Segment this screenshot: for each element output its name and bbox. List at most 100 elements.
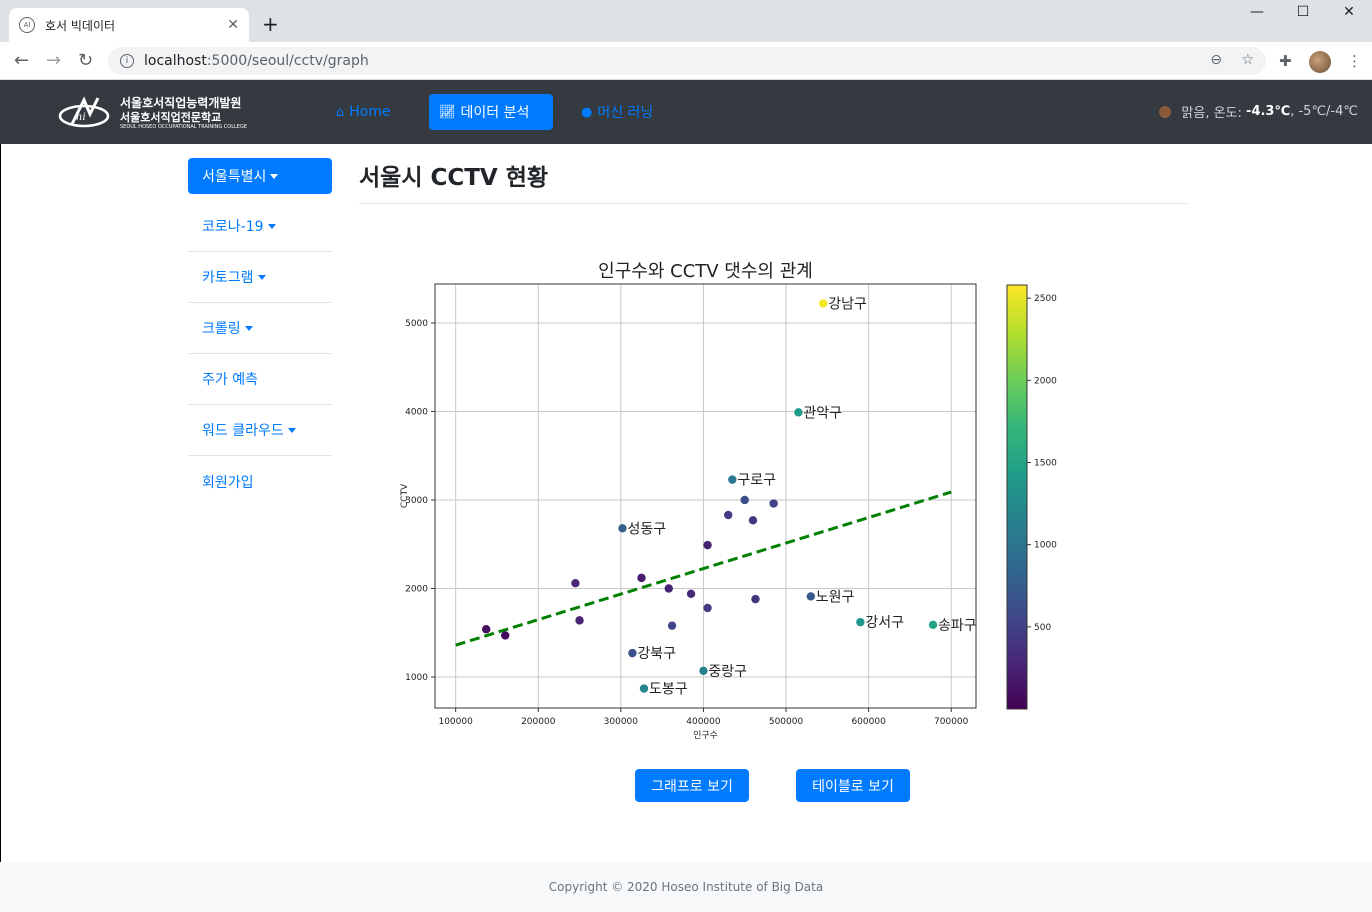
site-logo[interactable]: hi 서울호서직업능력개발원 서울호서직업전문학교 SEOUL HOSEO OC… xyxy=(58,92,247,134)
nav-home-label: Home xyxy=(349,104,391,120)
x-tick-label: 600000 xyxy=(851,717,886,727)
sidebar-item-wordcloud[interactable]: 워드 클라우드 xyxy=(188,405,332,456)
sidebar-item-seoul[interactable]: 서울특별시 xyxy=(188,158,332,194)
y-tick-label: 2000 xyxy=(405,585,428,595)
site-info-icon[interactable]: i xyxy=(120,54,134,68)
ai-favicon-icon: AI xyxy=(19,17,35,33)
colorbar-tick-label: 500 xyxy=(1034,623,1051,633)
new-tab-icon[interactable]: + xyxy=(262,12,279,36)
menu-kebab-icon[interactable]: ⋮ xyxy=(1347,52,1362,70)
data-point xyxy=(806,592,816,601)
logo-text-line2: 서울호서직업전문학교 xyxy=(120,111,222,124)
close-window-icon[interactable]: ✕ xyxy=(1326,4,1372,20)
data-point xyxy=(728,475,737,484)
forward-icon[interactable]: → xyxy=(46,50,61,71)
x-tick-label: 200000 xyxy=(521,717,556,727)
data-point xyxy=(664,584,673,593)
sidebar-item-crawling[interactable]: 크롤링 xyxy=(188,303,332,354)
y-axis-label: CCTV xyxy=(400,483,410,508)
colorbar-tick-label: 2000 xyxy=(1034,376,1057,386)
url-path: :5000/seoul/cctv/graph xyxy=(206,53,369,69)
sidebar-item-cartogram[interactable]: 카토그램 xyxy=(188,252,332,303)
point-label: 강서구 xyxy=(865,615,904,631)
graph-view-button[interactable]: 그래프로 보기 xyxy=(635,769,749,802)
y-tick-label: 5000 xyxy=(405,319,428,329)
colorbar-tick-label: 1500 xyxy=(1034,458,1057,468)
extensions-icon[interactable]: ✚ xyxy=(1279,52,1292,70)
sidebar-item-label: 크롤링 xyxy=(202,321,241,337)
y-tick-label: 4000 xyxy=(405,407,428,417)
point-label: 강북구 xyxy=(637,646,676,662)
caret-down-icon xyxy=(244,325,253,331)
zoom-icon[interactable]: ⊖ xyxy=(1210,52,1222,68)
caret-down-icon xyxy=(257,274,266,280)
sidebar: 서울특별시 코로나-19 카토그램 크롤링 주가 예측 워드 클라우드 회원가입 xyxy=(188,158,332,507)
data-point xyxy=(794,408,803,417)
data-point xyxy=(699,666,708,676)
caret-down-icon xyxy=(270,173,279,179)
point-label: 송파구 xyxy=(938,618,977,634)
x-tick-label: 300000 xyxy=(604,717,639,727)
chart-title: 인구수와 CCTV 댓수의 관계 xyxy=(598,261,813,282)
sidebar-item-stock[interactable]: 주가 예측 xyxy=(188,354,332,405)
data-point xyxy=(740,495,749,505)
sidebar-item-label: 워드 클라우드 xyxy=(202,423,284,439)
nav-home[interactable]: ⌂ Home xyxy=(326,94,401,130)
svg-text:hi: hi xyxy=(76,112,86,123)
point-label: 구로구 xyxy=(737,473,776,489)
weather-temp: -4.3℃ xyxy=(1246,104,1291,119)
data-point xyxy=(856,617,865,627)
point-label: 노원구 xyxy=(816,589,855,605)
y-tick-label: 1000 xyxy=(405,673,428,683)
bookmark-star-icon[interactable]: ☆ xyxy=(1241,52,1254,68)
home-icon: ⌂ xyxy=(336,104,345,120)
logo-mark-icon: hi xyxy=(58,96,110,128)
caret-down-icon xyxy=(287,427,296,433)
weather-widget: 맑음, 온도: -4.3℃, -5℃/-4℃ xyxy=(1159,102,1358,121)
close-tab-icon[interactable]: ✕ xyxy=(227,17,239,33)
weather-prefix: 맑음, 온도: xyxy=(1181,106,1242,121)
reload-icon[interactable]: ↻ xyxy=(78,50,93,71)
minimize-icon[interactable]: — xyxy=(1234,4,1280,20)
data-point xyxy=(686,589,696,599)
maximize-icon[interactable]: ☐ xyxy=(1280,4,1326,20)
x-tick-label: 700000 xyxy=(934,717,969,727)
sidebar-item-covid[interactable]: 코로나-19 xyxy=(188,201,332,252)
point-label: 강남구 xyxy=(828,296,867,312)
brain-icon: ● xyxy=(581,104,593,120)
plot-frame xyxy=(434,283,977,709)
data-point xyxy=(618,524,627,533)
colorbar-tick-label: 1000 xyxy=(1034,541,1057,551)
x-tick-label: 100000 xyxy=(438,717,473,727)
point-label: 도봉구 xyxy=(649,682,688,698)
back-icon[interactable]: ← xyxy=(14,50,29,71)
colorbar-tick-label: 2500 xyxy=(1034,294,1057,304)
data-point xyxy=(928,620,938,629)
data-point xyxy=(639,684,649,693)
profile-avatar[interactable] xyxy=(1309,51,1331,73)
footer-copyright: Copyright © 2020 Hoseo Institute of Big … xyxy=(548,880,824,894)
nav-data-analysis[interactable]: 📈︎ 데이터 분석 xyxy=(429,94,553,130)
weather-range: , -5℃/-4℃ xyxy=(1290,104,1358,119)
caret-down-icon xyxy=(267,223,276,229)
nav-data-analysis-label: 데이터 분석 xyxy=(460,105,530,121)
nav-machine-learning[interactable]: ● 머신 러닝 xyxy=(571,94,663,130)
tab-title: 호서 빅데이터 xyxy=(45,18,116,33)
sidebar-item-signup[interactable]: 회원가입 xyxy=(188,456,332,507)
point-label: 중랑구 xyxy=(708,664,747,680)
logo-text-line3: SEOUL HOSEO OCCUPATIONAL TRAINING COLLEG… xyxy=(120,124,247,130)
sidebar-item-label: 서울특별시 xyxy=(202,169,267,185)
table-view-button[interactable]: 테이블로 보기 xyxy=(796,769,910,802)
data-point xyxy=(703,540,712,550)
sidebar-item-label: 회원가입 xyxy=(202,474,254,491)
sidebar-item-label: 코로나-19 xyxy=(202,219,264,235)
footer: Copyright © 2020 Hoseo Institute of Big … xyxy=(0,862,1372,912)
window-edge xyxy=(0,144,1,862)
data-point xyxy=(571,578,580,588)
chart-line-icon: 📈︎ xyxy=(439,104,456,120)
data-point xyxy=(628,648,637,658)
browser-tab[interactable]: AI 호서 빅데이터 ✕ xyxy=(9,8,249,42)
url-input[interactable]: i localhost:5000/seoul/cctv/graph ⊖ ☆ xyxy=(108,47,1266,75)
address-bar: ← → ↻ i localhost:5000/seoul/cctv/graph … xyxy=(0,42,1372,80)
data-point xyxy=(501,631,510,640)
